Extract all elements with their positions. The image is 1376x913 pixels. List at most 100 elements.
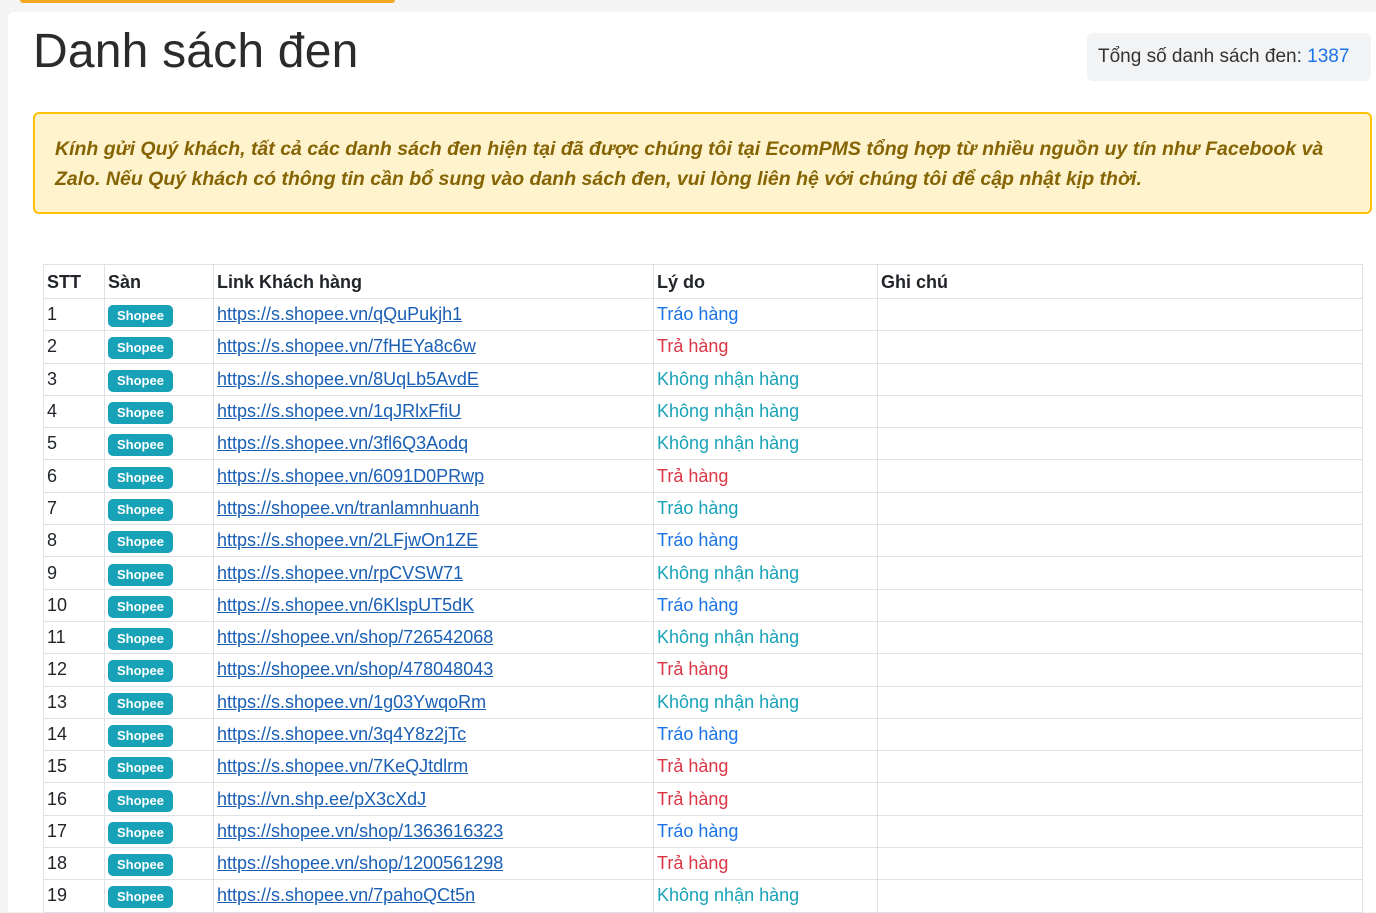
blacklist-table: STT Sàn Link Khách hàng Lý do Ghi chú 1 S… xyxy=(43,264,1363,913)
customer-link[interactable]: https://s.shopee.vn/1g03YwqoRm xyxy=(217,692,486,712)
cell-platform: Shopee xyxy=(104,394,214,429)
cell-platform: Shopee xyxy=(104,362,214,396)
cell-reason: Trả hàng xyxy=(653,459,878,493)
platform-badge: Shopee xyxy=(108,757,173,780)
reason-text: Không nhận hàng xyxy=(657,627,800,648)
cell-link: https://s.shopee.vn/2LFjwOn1ZE xyxy=(213,524,654,558)
cell-link: https://s.shopee.vn/6091D0PRwp xyxy=(213,459,654,493)
table-row: 10 Shopee https://s.shopee.vn/6KlspUT5dK Tr… xyxy=(43,588,1363,622)
reason-text: Trả hàng xyxy=(657,336,729,357)
table-row: 7 Shopee https://shopee.vn/tranlamnhuanh Tr… xyxy=(43,491,1363,526)
customer-link[interactable]: https://shopee.vn/shop/726542068 xyxy=(217,627,493,647)
customer-link[interactable]: https://s.shopee.vn/7pahoQCt5n xyxy=(217,885,475,905)
header-platform: Sàn xyxy=(104,264,214,299)
customer-link[interactable]: https://shopee.vn/shop/1200561298 xyxy=(217,853,503,873)
reason-text: Không nhận hàng xyxy=(657,433,800,454)
platform-badge: Shopee xyxy=(108,725,173,747)
cell-reason: Không nhận hàng xyxy=(653,427,878,461)
platform-badge: Shopee xyxy=(108,466,173,489)
platform-badge: Shopee xyxy=(108,498,173,521)
customer-link[interactable]: https://shopee.vn/tranlamnhuanh xyxy=(217,498,479,518)
stt-value: 7 xyxy=(47,497,58,518)
platform-badge: Shopee xyxy=(108,595,173,618)
customer-link[interactable]: https://s.shopee.vn/8UqLb5AvdE xyxy=(217,369,479,389)
cell-note xyxy=(877,847,1363,881)
cell-note xyxy=(877,556,1363,590)
cell-link: https://s.shopee.vn/rpCVSW71 xyxy=(213,556,654,590)
cell-stt: 4 xyxy=(43,394,105,429)
reason-text: Trả hàng xyxy=(657,465,729,486)
cell-note xyxy=(877,588,1363,622)
cell-stt: 16 xyxy=(43,782,105,816)
reason-text: Tráo hàng xyxy=(657,820,739,841)
customer-link[interactable]: https://s.shopee.vn/3fl6Q3Aodq xyxy=(217,433,468,453)
cell-platform: Shopee xyxy=(104,524,214,558)
top-accent-bar xyxy=(20,0,395,3)
cell-platform: Shopee xyxy=(104,653,214,687)
reason-text: Không nhận hàng xyxy=(657,368,800,389)
cell-stt: 19 xyxy=(43,879,105,913)
table-row: 14 Shopee https://s.shopee.vn/3q4Y8z2jTc Tr… xyxy=(43,717,1363,752)
table-row: 6 Shopee https://s.shopee.vn/6091D0PRwp Trả… xyxy=(43,459,1363,493)
cell-reason: Trả hàng xyxy=(653,847,878,881)
cell-stt: 7 xyxy=(43,491,105,526)
cell-note xyxy=(877,653,1363,687)
cell-note xyxy=(877,297,1363,332)
cell-platform: Shopee xyxy=(104,620,214,655)
cell-reason: Không nhận hàng xyxy=(653,620,878,655)
cell-link: https://s.shopee.vn/7fHEYa8c6w xyxy=(213,330,654,364)
reason-text: Trả hàng xyxy=(657,853,729,874)
table-header-row: STT Sàn Link Khách hàng Lý do Ghi chú xyxy=(43,264,1363,299)
customer-link[interactable]: https://s.shopee.vn/3q4Y8z2jTc xyxy=(217,724,466,744)
cell-reason: Không nhận hàng xyxy=(653,685,878,719)
cell-platform: Shopee xyxy=(104,685,214,719)
cell-note xyxy=(877,459,1363,493)
platform-badge: Shopee xyxy=(108,369,173,392)
customer-link[interactable]: https://shopee.vn/shop/1363616323 xyxy=(217,821,503,841)
customer-link[interactable]: https://vn.shp.ee/pX3cXdJ xyxy=(217,789,426,809)
customer-link[interactable]: https://s.shopee.vn/qQuPukjh1 xyxy=(217,304,462,324)
cell-link: https://shopee.vn/shop/478048043 xyxy=(213,653,654,687)
cell-stt: 2 xyxy=(43,330,105,364)
cell-note xyxy=(877,879,1363,913)
cell-link: https://s.shopee.vn/3q4Y8z2jTc xyxy=(213,717,654,752)
cell-platform: Shopee xyxy=(104,297,214,332)
table-row: 3 Shopee https://s.shopee.vn/8UqLb5AvdE Khô… xyxy=(43,362,1363,396)
customer-link[interactable]: https://s.shopee.vn/6091D0PRwp xyxy=(217,466,484,486)
table-row: 12 Shopee https://shopee.vn/shop/478048043… xyxy=(43,653,1363,687)
cell-link: https://s.shopee.vn/1g03YwqoRm xyxy=(213,685,654,719)
stt-value: 15 xyxy=(47,756,68,777)
notice-alert: Kính gửi Quý khách, tất cả các danh sách… xyxy=(33,112,1372,214)
customer-link[interactable]: https://shopee.vn/shop/478048043 xyxy=(217,659,493,679)
cell-reason: Không nhận hàng xyxy=(653,879,878,913)
stt-value: 2 xyxy=(47,336,58,357)
cell-link: https://s.shopee.vn/8UqLb5AvdE xyxy=(213,362,654,396)
cell-reason: Tráo hàng xyxy=(653,524,878,558)
customer-link[interactable]: https://s.shopee.vn/1qJRlxFfiU xyxy=(217,401,461,421)
cell-note xyxy=(877,717,1363,752)
total-count-box: Tổng số danh sách đen: 1387 xyxy=(1087,33,1371,81)
cell-stt: 12 xyxy=(43,653,105,687)
reason-text: Tráo hàng xyxy=(657,724,739,744)
header-stt: STT xyxy=(43,264,105,299)
reason-text: Trả hàng xyxy=(657,756,729,777)
platform-badge: Shopee xyxy=(108,402,173,425)
reason-text: Không nhận hàng xyxy=(657,691,800,712)
stt-value: 19 xyxy=(47,885,68,906)
customer-link[interactable]: https://s.shopee.vn/7KeQJtdlrm xyxy=(217,756,468,776)
stt-value: 6 xyxy=(47,465,58,486)
stt-value: 18 xyxy=(47,853,68,874)
stt-value: 4 xyxy=(47,401,58,422)
stt-value: 17 xyxy=(47,820,68,841)
cell-platform: Shopee xyxy=(104,879,214,913)
customer-link[interactable]: https://s.shopee.vn/2LFjwOn1ZE xyxy=(217,530,478,550)
customer-link[interactable]: https://s.shopee.vn/rpCVSW71 xyxy=(217,563,463,583)
cell-stt: 8 xyxy=(43,524,105,558)
customer-link[interactable]: https://s.shopee.vn/6KlspUT5dK xyxy=(217,595,474,615)
stt-value: 16 xyxy=(47,788,68,809)
customer-link[interactable]: https://s.shopee.vn/7fHEYa8c6w xyxy=(217,336,476,356)
page-title: Danh sách đen xyxy=(33,25,359,78)
table-row: 9 Shopee https://s.shopee.vn/rpCVSW71 Không… xyxy=(43,556,1363,590)
cell-reason: Trả hàng xyxy=(653,653,878,687)
cell-stt: 10 xyxy=(43,588,105,622)
